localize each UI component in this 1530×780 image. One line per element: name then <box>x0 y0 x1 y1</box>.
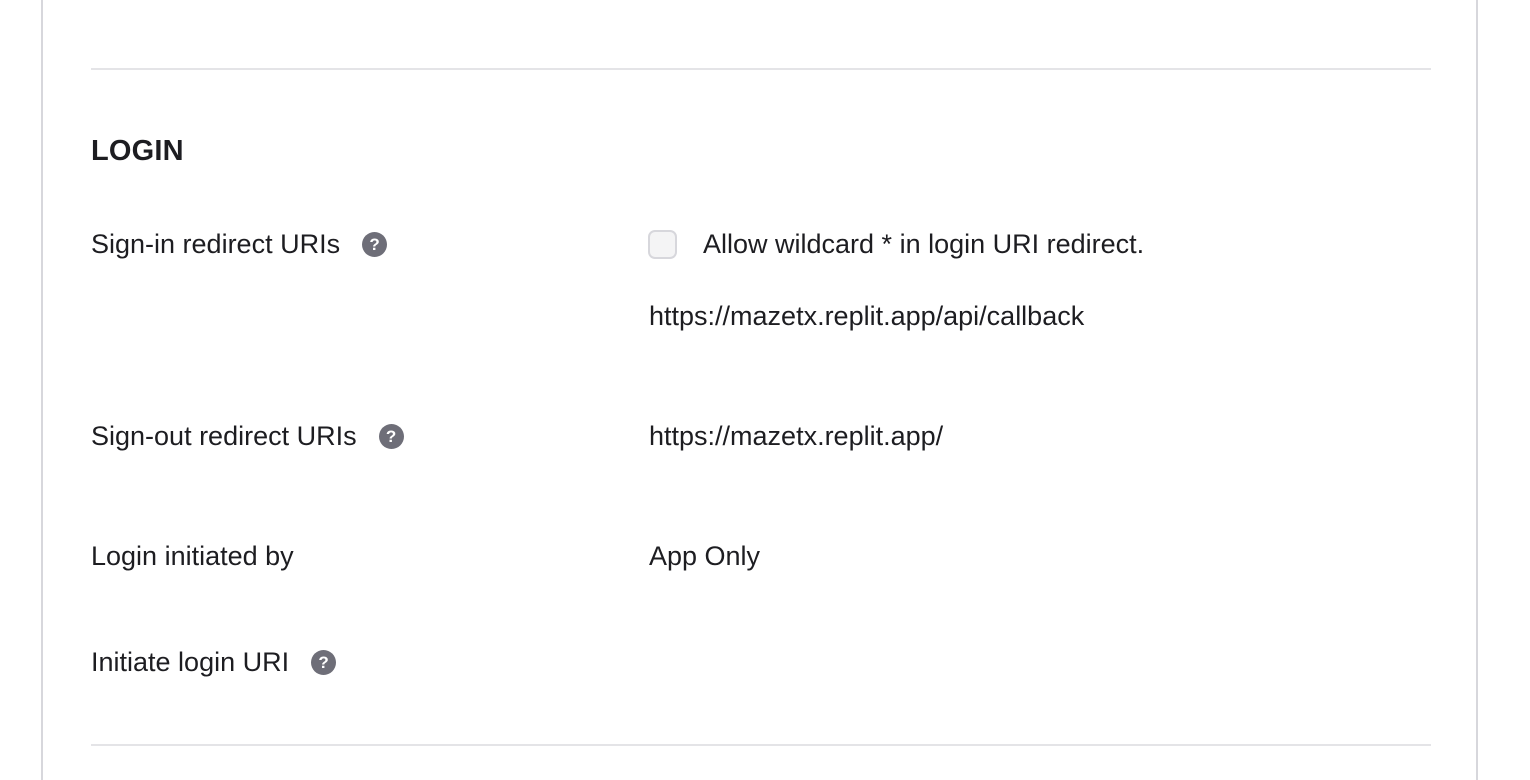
initiate-login-uri-label: Initiate login URI <box>91 647 290 677</box>
sign-out-redirect-label-row: Sign-out redirect URIs ? <box>91 418 404 454</box>
wildcard-checkbox[interactable] <box>648 229 677 259</box>
sign-out-redirect-label: Sign-out redirect URIs <box>91 421 357 451</box>
section-divider-bottom <box>91 744 1431 746</box>
sign-in-redirect-uri: https://mazetx.replit.app/api/callback <box>649 301 1085 331</box>
section-title-login: LOGIN <box>91 135 184 167</box>
sign-in-redirect-label-row: Sign-in redirect URIs ? <box>91 226 388 262</box>
section-divider-top <box>91 68 1431 70</box>
login-initiated-by-label: Login initiated by <box>91 541 294 571</box>
initiate-login-help-icon[interactable]: ? <box>311 649 337 675</box>
wildcard-checkbox-label[interactable]: Allow wildcard * in login URI redirect. <box>703 226 1144 262</box>
sign-out-redirect-uri: https://mazetx.replit.app/ <box>649 421 944 451</box>
sign-in-redirect-label: Sign-in redirect URIs <box>91 229 341 259</box>
login-initiated-by-value: App Only <box>649 541 761 571</box>
sign-out-help-icon[interactable]: ? <box>378 423 404 449</box>
login-initiated-by-label-row: Login initiated by <box>91 538 294 574</box>
wildcard-checkbox-row[interactable]: Allow wildcard * in login URI redirect. <box>648 226 1144 262</box>
initiate-login-uri-label-row: Initiate login URI ? <box>91 644 337 680</box>
sign-in-help-icon[interactable]: ? <box>362 231 388 257</box>
